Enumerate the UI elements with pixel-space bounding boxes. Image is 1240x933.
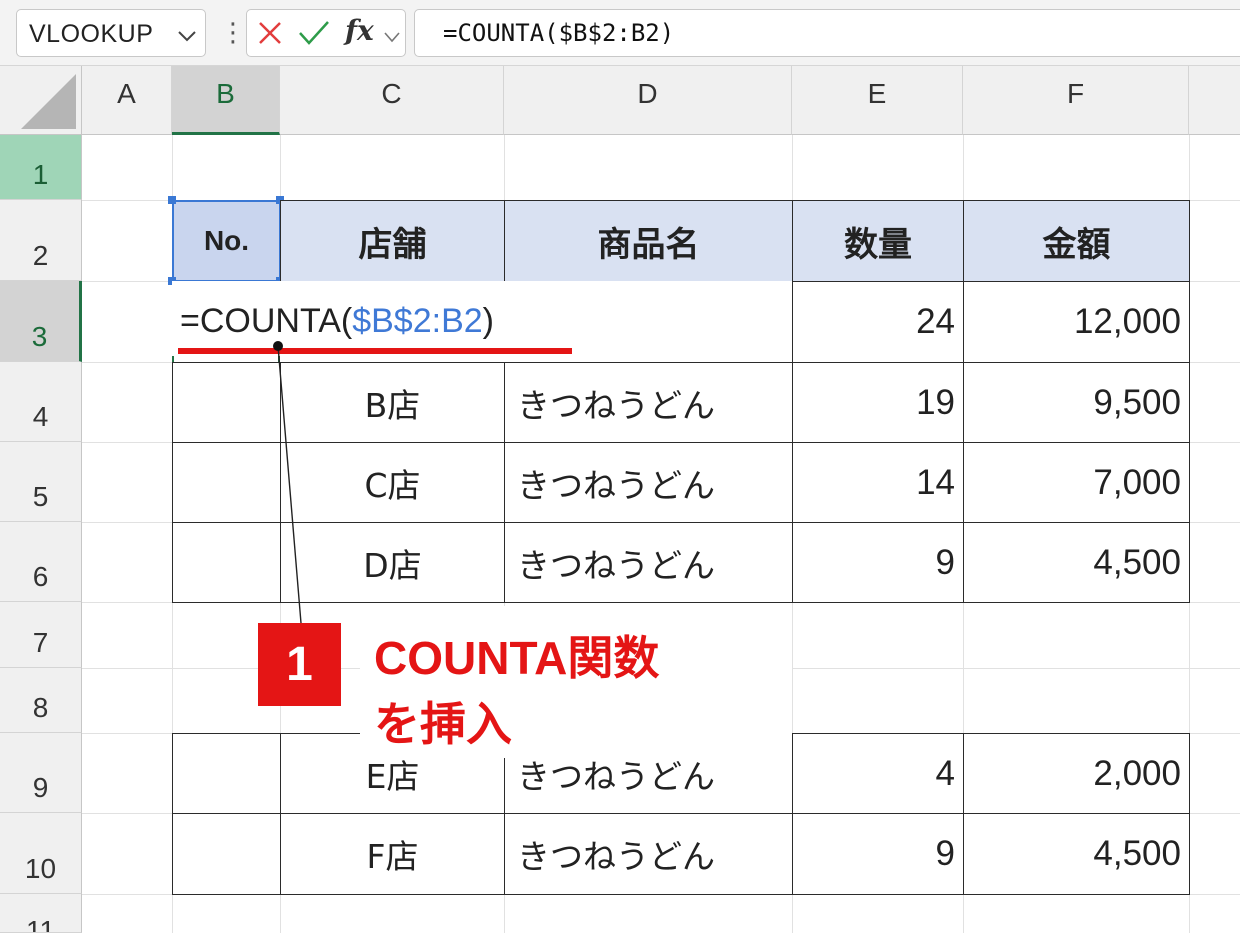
- callout-leader-line: [277, 345, 302, 624]
- annotation-overlay: [178, 341, 572, 624]
- callout-leader-dot: [273, 341, 283, 351]
